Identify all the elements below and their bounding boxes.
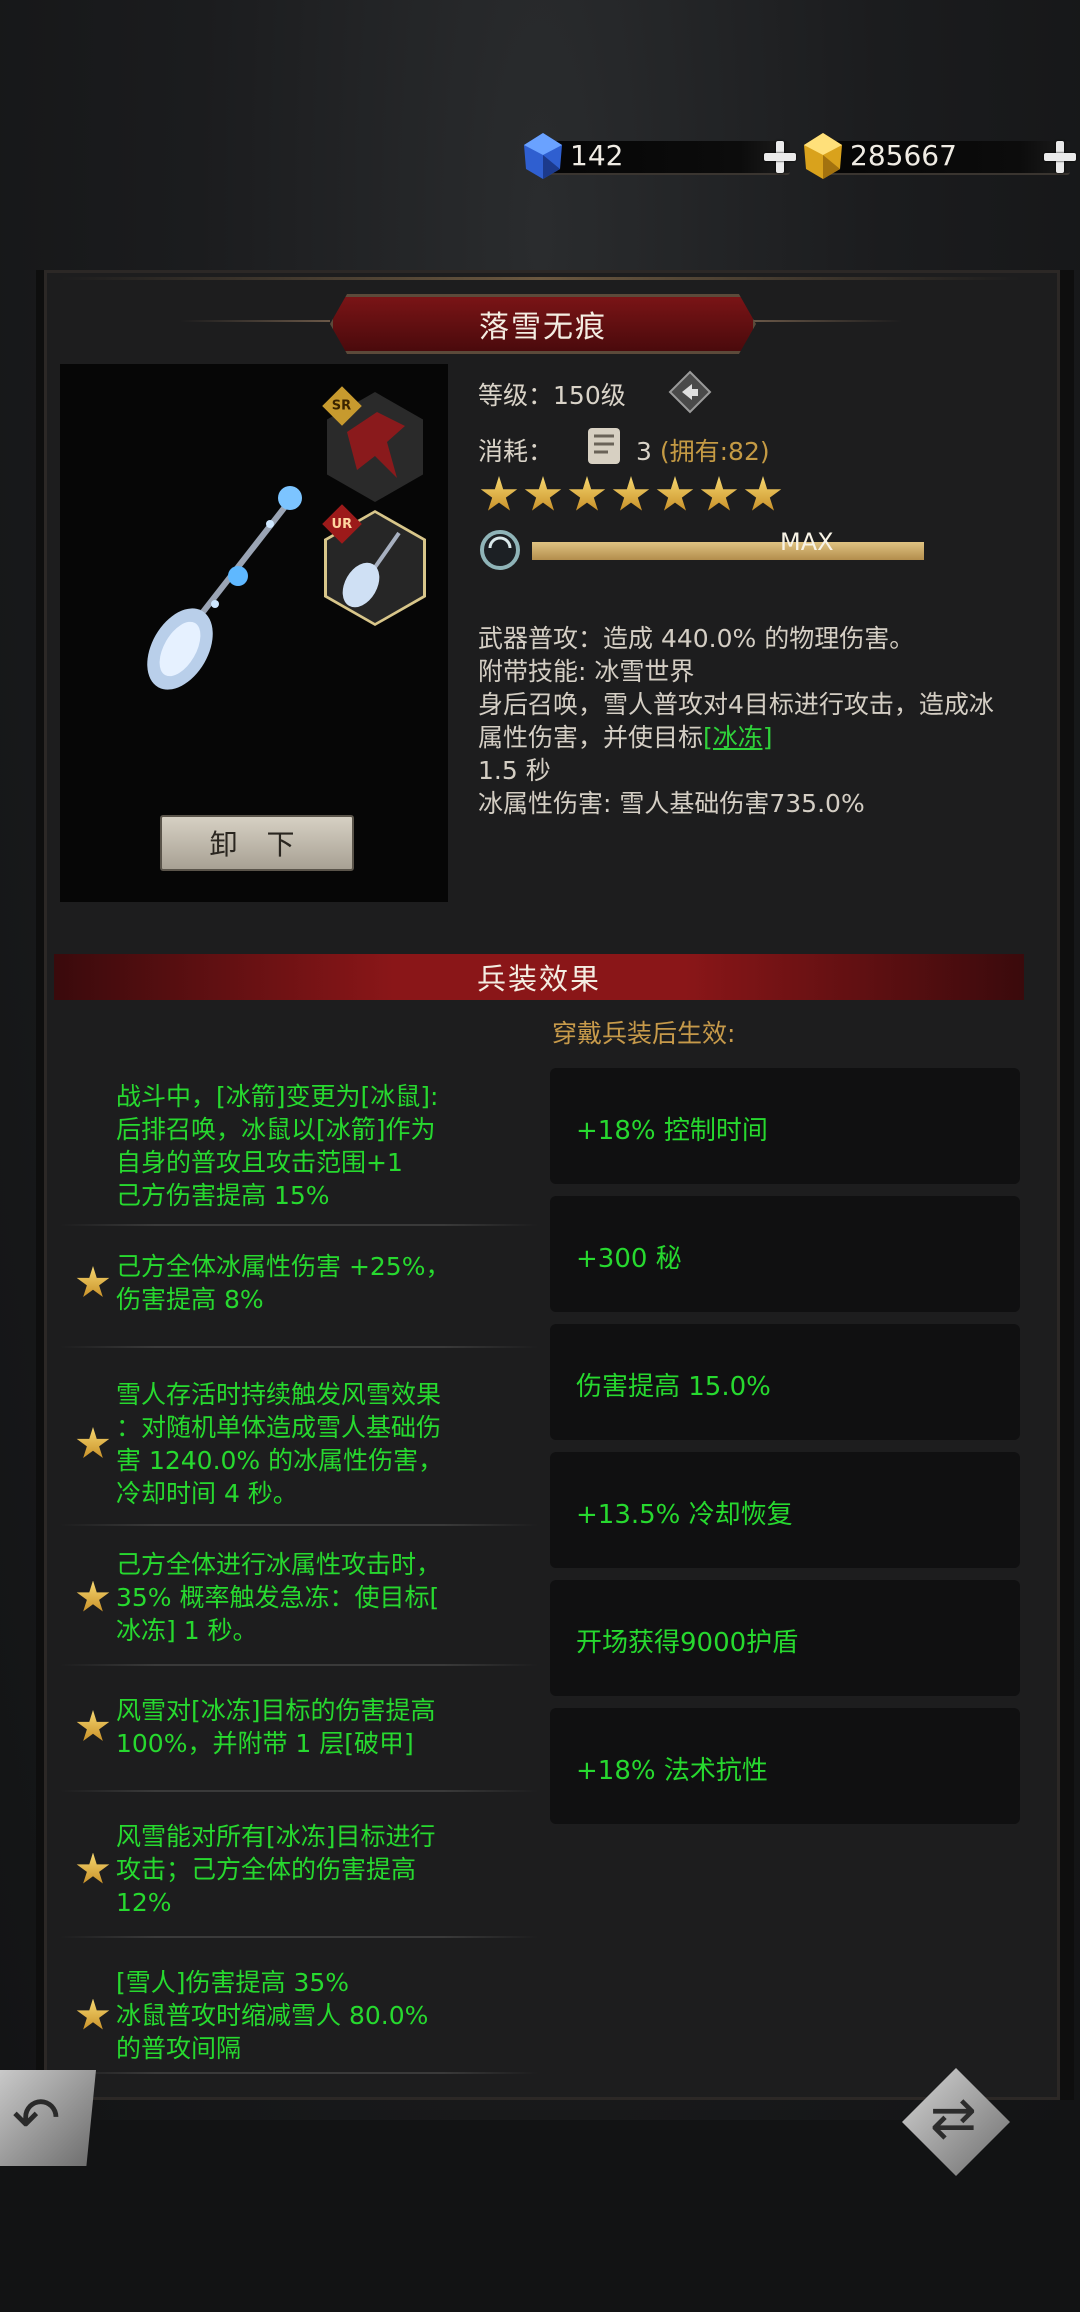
swap-icon: ⇄ (930, 2086, 977, 2151)
effect-line: 攻击；己方全体的伤害提高 (116, 1855, 417, 1884)
add-gold-button[interactable] (1042, 139, 1078, 175)
gem-amount: 142 (570, 139, 624, 172)
effect-line: 风雪对[冰冻]目标的伤害提高 (116, 1696, 436, 1725)
level-max-label: MAX (780, 528, 834, 556)
section-title: 兵装效果 (476, 962, 601, 996)
desc-summon: 身后召唤，雪人普攻对4目标进行攻击，造成冰属性伤害，并使目标[冰冻] (478, 688, 1018, 754)
effect-line: 100%，并附带 1 层[破甲] (116, 1729, 414, 1758)
effect-line: 风雪能对所有[冰冻]目标进行 (116, 1822, 436, 1851)
effect-divider (60, 1224, 538, 1226)
bonus-text: 伤害提高 15.0% (576, 1372, 771, 1402)
effect-divider (60, 1936, 538, 1938)
bonus-card: 伤害提高 15.0% (550, 1324, 1020, 1440)
sr-rank-text: SR (332, 398, 352, 414)
bonus-text: +300 秘 (576, 1244, 682, 1274)
bottom-bar (0, 2120, 1080, 2312)
rating-star-icon (744, 476, 782, 511)
scroll-icon (588, 428, 620, 464)
rating-star-icon (700, 476, 738, 511)
effect-line: 己方全体冰属性伤害 +25%， (116, 1252, 451, 1281)
desc-skill: 附带技能: 冰雪世界 (478, 657, 695, 686)
level-ring-icon (480, 530, 520, 570)
effect-divider (60, 1524, 538, 1526)
title-ornament-left (180, 320, 330, 322)
effect-line: 冷却时间 4 秒。 (116, 1479, 298, 1508)
effect-line: 自身的普攻且攻击范围+1 (116, 1148, 403, 1177)
gold-amount: 285667 (850, 139, 957, 172)
star-rating (480, 476, 782, 514)
effect-line: 雪人存活时持续触发风雪效果 (116, 1380, 442, 1409)
title-ornament-right (752, 320, 902, 322)
rating-star-icon (568, 476, 606, 511)
item-description: 武器普攻：造成 440.0% 的物理伤害。 附带技能: 冰雪世界 身后召唤，雪人… (478, 622, 1018, 820)
blue-crystal-icon (524, 133, 562, 179)
effect-line: 的普攻间隔 (116, 2034, 242, 2063)
rating-star-icon (524, 476, 562, 511)
freeze-link[interactable]: [冰冻] (703, 723, 773, 752)
effect-line: 冰鼠普攻时缩减雪人 80.0% (116, 2001, 429, 2030)
item-name: 落雪无痕 (479, 310, 607, 345)
bonus-card: +300 秘 (550, 1196, 1020, 1312)
effect-line: 后排召唤，冰鼠以[冰箭]作为 (116, 1115, 436, 1144)
desc-attack: 武器普攻：造成 440.0% 的物理伤害。 (478, 624, 915, 653)
effect-line: 冰冻] 1 秒。 (116, 1616, 258, 1645)
effect-line: 伤害提高 8% (116, 1285, 264, 1314)
effect-divider (60, 2072, 538, 2074)
item-title-banner: 落雪无痕 (330, 294, 756, 354)
level-value: 150级 (553, 381, 626, 410)
effect-line: [雪人]伤害提高 35% (116, 1968, 350, 1997)
effect-line: 己方伤害提高 15% (116, 1181, 330, 1210)
cost-label: 消耗： (478, 437, 554, 466)
rating-star-icon (656, 476, 694, 511)
level-progress-bar (532, 542, 924, 560)
back-button[interactable]: ↶ (0, 2070, 96, 2166)
effect-line: 35% 概率触发急冻：使目标[ (116, 1583, 440, 1612)
ur-rank-text: UR (331, 516, 353, 532)
bonus-text: +18% 法术抗性 (576, 1756, 768, 1786)
section-title-bar: 兵装效果 (54, 954, 1024, 1000)
bonus-card: 开场获得9000护盾 (550, 1580, 1020, 1696)
ice-scepter-icon (147, 486, 302, 690)
effect-text: [雪人]伤害提高 35% 冰鼠普攻时缩减雪人 80.0% 的普攻间隔 (116, 1966, 526, 2065)
bonus-text: +13.5% 冷却恢复 (576, 1500, 793, 1530)
effect-text: 己方全体冰属性伤害 +25%， 伤害提高 8% (116, 1250, 526, 1316)
owned-count: (拥有:82) (659, 437, 770, 466)
effect-line: 战斗中，[冰箭]变更为[冰鼠]: (116, 1082, 439, 1111)
rating-star-icon (612, 476, 650, 511)
rating-star-icon (480, 476, 518, 511)
effect-line: 己方全体进行冰属性攻击时， (116, 1550, 442, 1579)
effect-line: 害 1240.0% 的冰属性伤害， (116, 1446, 444, 1475)
effect-text: 雪人存活时持续触发风雪效果 ：对随机单体造成雪人基础伤害 1240.0% 的冰属性… (116, 1378, 526, 1510)
effect-text: 战斗中，[冰箭]变更为[冰鼠]: 后排召唤，冰鼠以[冰箭]作为 自身的普攻且攻击范围… (116, 1080, 526, 1212)
bonus-text: +18% 控制时间 (576, 1116, 768, 1146)
effect-divider (60, 1790, 538, 1792)
effect-line: ：对随机单体造成雪人基础伤 (116, 1413, 442, 1442)
diamond-arrow-icon[interactable] (668, 370, 712, 414)
effect-divider (60, 1346, 538, 1348)
cost-value: 3 (636, 437, 652, 466)
effect-text: 己方全体进行冰属性攻击时， 35% 概率触发急冻：使目标[ 冰冻] 1 秒。 (116, 1548, 526, 1647)
cost-amount: 3 (拥有:82) (636, 432, 770, 468)
desc-ice-damage: 冰属性伤害: 雪人基础伤害735.0% (478, 789, 865, 818)
add-gems-button[interactable] (762, 139, 798, 175)
bonus-card: +18% 法术抗性 (550, 1708, 1020, 1824)
bonus-card: +18% 控制时间 (550, 1068, 1020, 1184)
level-row: 等级：150级 (478, 376, 626, 412)
bonus-text: 开场获得9000护盾 (576, 1628, 799, 1658)
unequip-button[interactable]: 卸 下 (160, 815, 354, 871)
gold-crystal-icon (804, 133, 842, 179)
effect-line: 12% (116, 1888, 172, 1917)
panel-top-divider (60, 277, 1020, 280)
equip-effect-note: 穿戴兵装后生效: (552, 1019, 736, 1048)
desc-duration: 1.5 秒 (478, 756, 551, 785)
effect-text: 风雪能对所有[冰冻]目标进行 攻击；己方全体的伤害提高 12% (116, 1820, 526, 1919)
effect-text: 风雪对[冰冻]目标的伤害提高 100%，并附带 1 层[破甲] (116, 1694, 526, 1760)
cost-row: 消耗： (478, 432, 553, 468)
level-label: 等级： (478, 381, 554, 410)
back-arrow-icon: ↶ (12, 2084, 61, 2152)
effect-divider (60, 1664, 538, 1666)
bonus-card: +13.5% 冷却恢复 (550, 1452, 1020, 1568)
